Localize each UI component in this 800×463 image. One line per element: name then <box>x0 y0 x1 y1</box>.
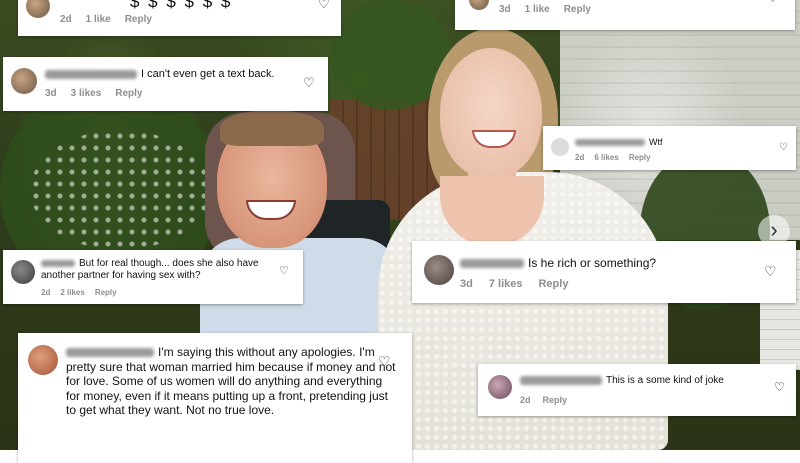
heart-icon[interactable]: ♡ <box>279 264 289 277</box>
username-blurred[interactable] <box>66 348 154 358</box>
comment-text: This is a some kind of joke <box>520 375 724 387</box>
comment-card: Wtf 2d 6 likes Reply ♡ <box>543 126 796 170</box>
reply-button[interactable]: Reply <box>115 88 142 99</box>
comment-text: $ $ $ $ $ $ <box>130 0 233 11</box>
comment-card: Is he rich or something? 3d 7 likes Reply … <box>412 241 796 303</box>
reply-button[interactable]: Reply <box>538 278 568 290</box>
woman-face <box>440 48 542 178</box>
heart-icon[interactable]: ♡ <box>318 0 330 12</box>
username-blurred[interactable] <box>460 259 524 269</box>
avatar[interactable] <box>26 0 50 18</box>
avatar[interactable] <box>28 345 58 375</box>
avatar[interactable] <box>551 138 569 156</box>
heart-icon[interactable]: ♡ <box>767 0 779 6</box>
reply-button[interactable]: Reply <box>564 4 591 15</box>
comment-meta: 2d 1 like Reply <box>60 14 166 25</box>
reply-button[interactable]: Reply <box>629 153 651 162</box>
comment-time: 3d <box>45 88 57 99</box>
heart-icon[interactable]: ♡ <box>779 142 788 153</box>
comment-likes[interactable]: 7 likes <box>489 278 523 290</box>
comment-text: I'm saying this without any apologies. I… <box>66 345 396 418</box>
username-blurred[interactable] <box>575 139 645 147</box>
heart-icon[interactable]: ♡ <box>378 353 391 370</box>
comment-likes[interactable]: 1 like <box>86 14 111 25</box>
comment-meta: 2d Reply <box>520 395 581 405</box>
comment-text: I can't even get a text back. <box>45 68 275 81</box>
comment-likes[interactable]: 1 like <box>525 4 550 15</box>
man-hair <box>220 110 324 146</box>
comment-body: This is a some kind of joke <box>606 375 724 386</box>
comment-meta: 3d 1 like Reply <box>499 4 605 15</box>
comment-time: 2d <box>520 395 531 405</box>
comment-text: But for real though... does she also hav… <box>41 258 281 282</box>
username-blurred[interactable] <box>520 375 602 385</box>
reply-button[interactable]: Reply <box>125 14 152 25</box>
avatar[interactable] <box>11 260 35 284</box>
comment-time: 2d <box>41 288 51 297</box>
comment-body: I can't even get a text back. <box>141 68 275 80</box>
comment-card: 3d 1 like Reply ♡ <box>455 0 795 30</box>
comment-body: Is he rich or something? <box>528 256 657 270</box>
comment-meta: 2d 6 likes Reply <box>575 153 665 162</box>
comment-likes[interactable]: 3 likes <box>71 88 102 99</box>
avatar[interactable] <box>11 68 37 94</box>
comment-time: 2d <box>575 153 585 162</box>
reply-button[interactable]: Reply <box>543 395 568 405</box>
comment-text: Is he rich or something? <box>460 256 656 270</box>
comment-meta: 3d 3 likes Reply <box>45 88 157 99</box>
comment-text: Wtf <box>575 137 663 148</box>
white-flowers <box>30 130 210 250</box>
comment-time: 2d <box>60 14 72 25</box>
comment-likes[interactable]: 6 likes <box>594 153 618 162</box>
comment-card: I'm saying this without any apologies. I… <box>18 333 412 463</box>
comment-meta: 2d 2 likes Reply <box>41 288 131 297</box>
avatar[interactable] <box>488 375 512 399</box>
comment-meta: 3d 7 likes Reply <box>460 278 582 290</box>
comment-card: But for real though... does she also hav… <box>3 250 303 304</box>
username-blurred[interactable] <box>41 259 75 267</box>
comment-likes[interactable]: 2 likes <box>60 288 84 297</box>
heart-icon[interactable]: ♡ <box>774 380 785 394</box>
avatar[interactable] <box>424 255 454 285</box>
comment-time: 3d <box>460 278 473 290</box>
comment-time: 3d <box>499 4 511 15</box>
comment-card: This is a some kind of joke 2d Reply ♡ <box>478 364 796 416</box>
comment-body: Wtf <box>649 137 663 147</box>
comment-card: I can't even get a text back. 3d 3 likes R… <box>3 57 328 111</box>
heart-icon[interactable]: ♡ <box>764 263 777 280</box>
username-blurred[interactable] <box>45 69 137 79</box>
heart-icon[interactable]: ♡ <box>303 75 315 91</box>
comment-card: $ $ $ $ $ $ 2d 1 like Reply ♡ <box>18 0 341 36</box>
avatar[interactable] <box>469 0 489 10</box>
reply-button[interactable]: Reply <box>95 288 117 297</box>
